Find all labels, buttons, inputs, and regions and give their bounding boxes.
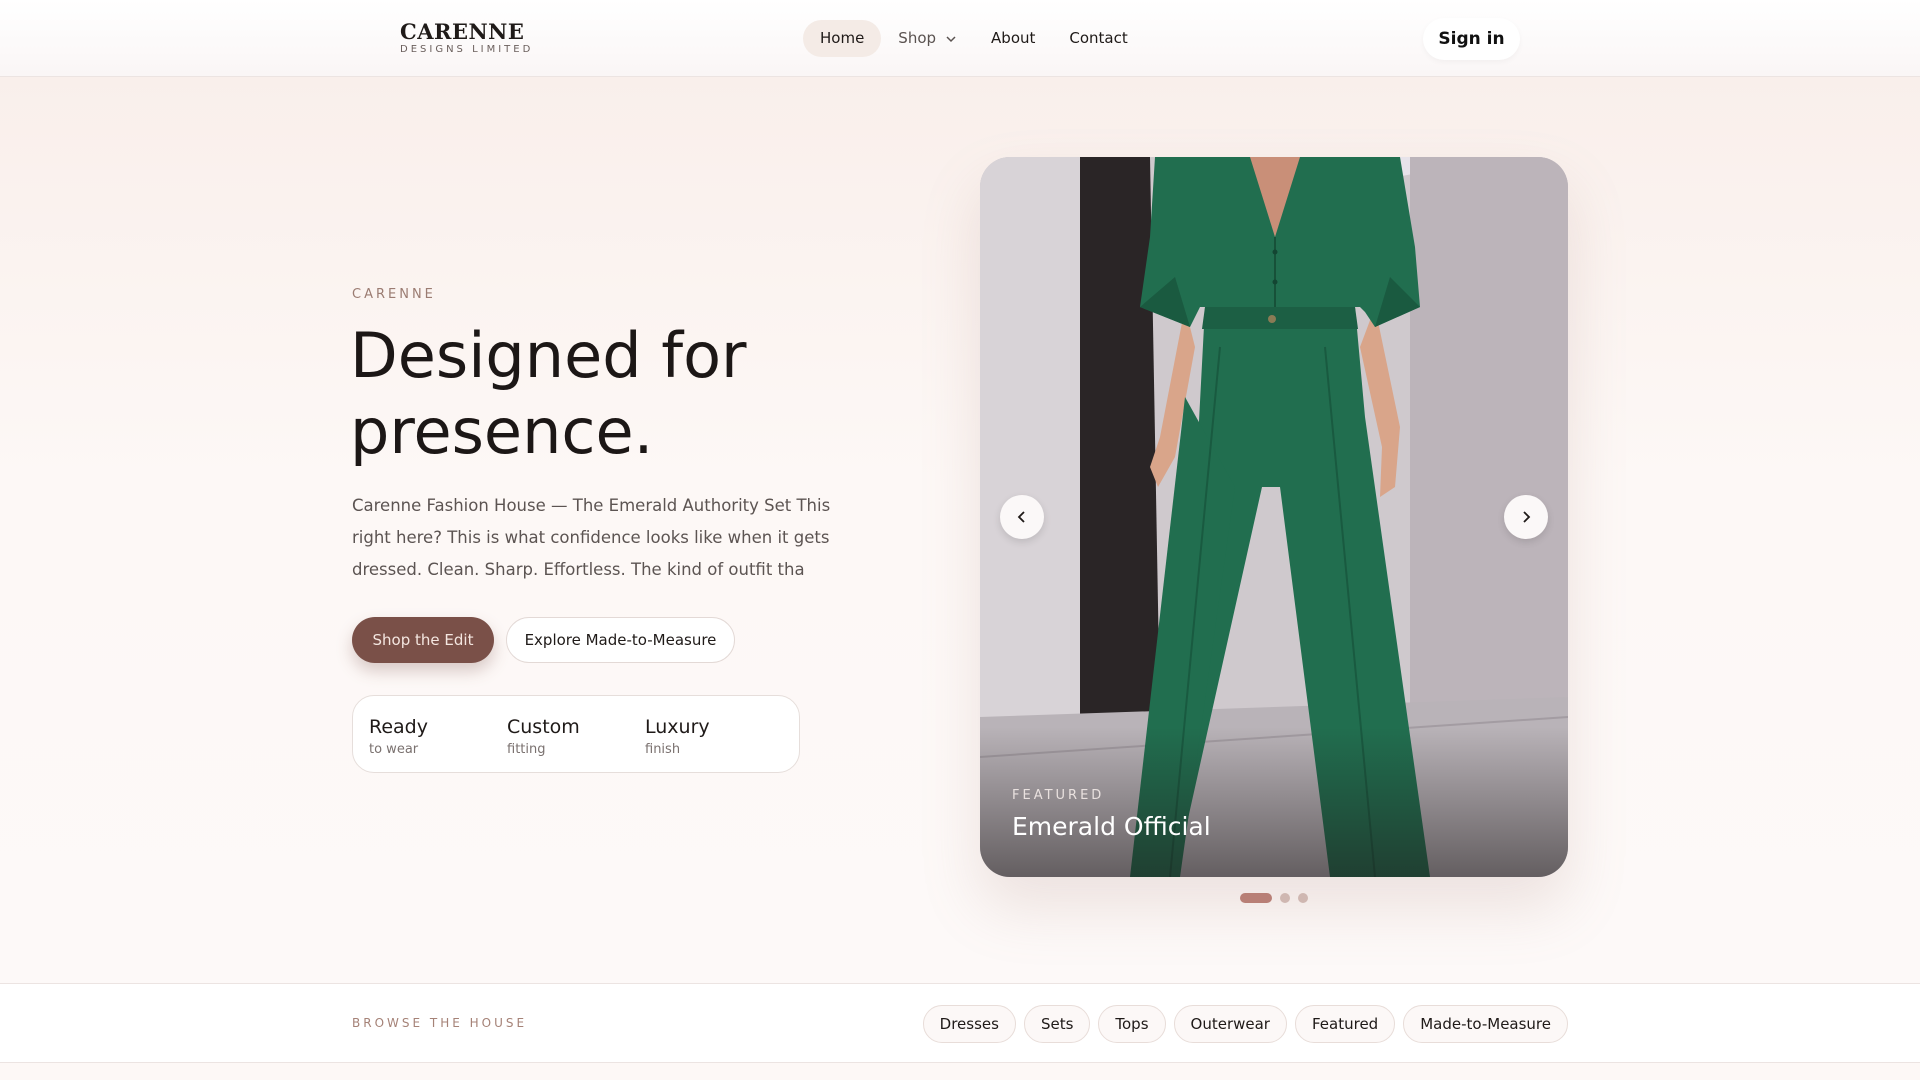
chevron-down-icon — [946, 35, 956, 42]
browse-label: BROWSE THE HOUSE — [352, 1016, 528, 1030]
nav-about[interactable]: About — [974, 20, 1052, 57]
chip-sets[interactable]: Sets — [1023, 1005, 1091, 1043]
chip-outerwear[interactable]: Outerwear — [1173, 1005, 1287, 1043]
feature-item: Luxury finish — [645, 716, 783, 757]
logo[interactable]: CARENNE DESIGNS LIMITED — [400, 20, 533, 56]
nav-contact-label: Contact — [1069, 29, 1128, 47]
logo-subtitle: DESIGNS LIMITED — [400, 44, 534, 55]
feature-subtitle: to wear — [369, 742, 419, 757]
feature-item: Custom fitting — [507, 716, 645, 757]
logo-name: CARENNE — [400, 19, 525, 44]
nav-shop[interactable]: Shop — [881, 20, 974, 57]
feature-title: Custom — [507, 716, 580, 738]
featured-carousel[interactable]: FEATURED Emerald Official — [980, 157, 1568, 877]
browse-bar: BROWSE THE HOUSE Dresses Sets Tops Outer… — [0, 983, 1920, 1063]
carousel-dot-3[interactable] — [1298, 893, 1308, 903]
feature-card: Ready to wear Custom fitting Luxury fini… — [352, 695, 800, 773]
site-header: CARENNE DESIGNS LIMITED Home Shop About … — [0, 0, 1920, 77]
carousel-next-button[interactable] — [1504, 495, 1548, 539]
hero-kicker: CARENNE — [352, 287, 436, 302]
feature-item: Ready to wear — [369, 716, 507, 757]
feature-title: Luxury — [645, 716, 710, 738]
hero-section — [0, 77, 1920, 983]
chip-featured[interactable]: Featured — [1294, 1005, 1396, 1043]
chip-made-to-measure[interactable]: Made-to-Measure — [1403, 1005, 1568, 1043]
carousel-indicators — [1240, 893, 1308, 903]
chip-tops[interactable]: Tops — [1098, 1005, 1166, 1043]
hero-headline: Designed for presence. — [350, 319, 747, 468]
carousel-dot-2[interactable] — [1280, 893, 1290, 903]
carousel-caption-kicker: FEATURED — [1012, 788, 1105, 803]
sign-in-button[interactable]: Sign in — [1423, 18, 1520, 60]
explore-made-to-measure-button[interactable]: Explore Made-to-Measure — [506, 617, 735, 663]
category-chips: Dresses Sets Tops Outerwear Featured Mad… — [922, 1005, 1568, 1043]
carousel-prev-button[interactable] — [1000, 495, 1044, 539]
nav-contact[interactable]: Contact — [1052, 20, 1144, 57]
chip-dresses[interactable]: Dresses — [922, 1005, 1016, 1043]
carousel-caption-title: Emerald Official — [1012, 812, 1211, 841]
nav-shop-label: Shop — [898, 29, 937, 47]
nav-about-label: About — [991, 29, 1036, 47]
carousel-dot-1[interactable] — [1240, 893, 1272, 903]
feature-subtitle: fitting — [507, 742, 546, 757]
main-nav: Home Shop About Contact — [803, 20, 1145, 57]
feature-subtitle: finish — [645, 742, 681, 757]
feature-title: Ready — [369, 716, 428, 738]
hero-description: Carenne Fashion House — The Emerald Auth… — [352, 496, 831, 579]
chevron-left-icon — [1017, 511, 1025, 523]
shop-the-edit-button[interactable]: Shop the Edit — [352, 617, 494, 663]
nav-home[interactable]: Home — [803, 20, 882, 57]
chevron-right-icon — [1523, 511, 1531, 523]
nav-home-label: Home — [820, 29, 865, 47]
